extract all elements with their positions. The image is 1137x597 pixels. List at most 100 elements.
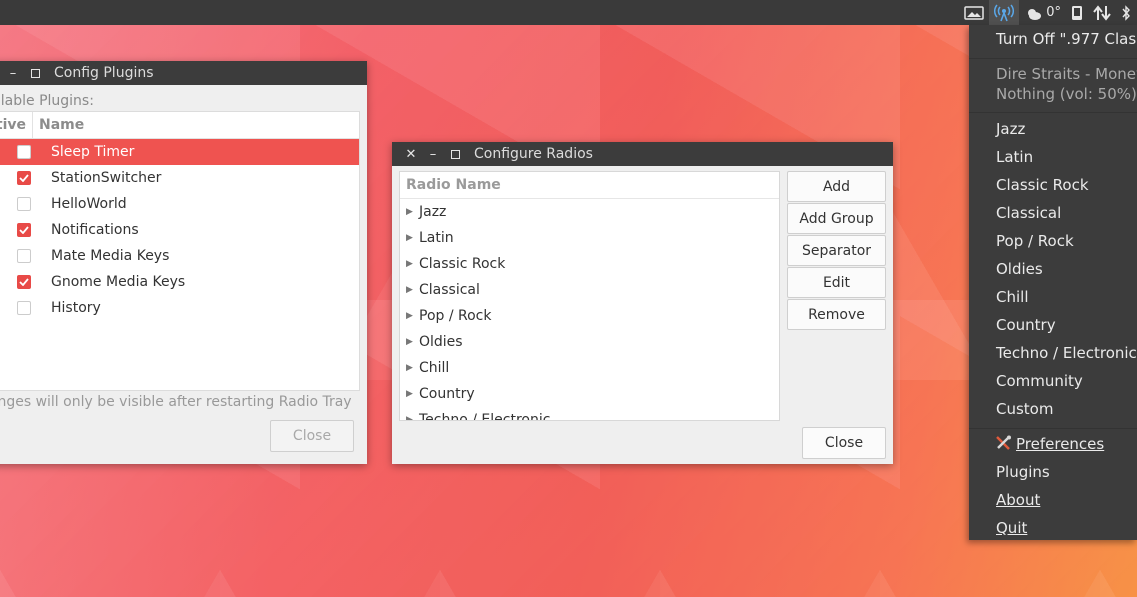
close-button[interactable]: Close <box>802 427 886 459</box>
plugin-row[interactable]: Notifications <box>0 217 359 243</box>
top-panel: 0° <box>0 0 1137 25</box>
plugin-name: Notifications <box>51 222 139 238</box>
network-updown-icon[interactable] <box>1088 0 1116 25</box>
radio-tray-menu: Turn Off ".977 Classi Dire Straits - Mon… <box>969 25 1137 540</box>
expander-arrow-icon[interactable]: ▶ <box>406 207 413 217</box>
plugin-active-checkbox[interactable] <box>17 301 31 315</box>
plugin-row[interactable]: Gnome Media Keys <box>0 269 359 295</box>
restart-note: nanges will only be visible after restar… <box>0 394 352 410</box>
expander-arrow-icon[interactable]: ▶ <box>406 259 413 269</box>
menu-group-item[interactable]: Custom <box>996 400 1053 418</box>
plugin-row[interactable]: HelloWorld <box>0 191 359 217</box>
plugin-active-cell <box>0 145 38 159</box>
add-group-button[interactable]: Add Group <box>787 203 886 234</box>
plugin-name: Sleep Timer <box>51 144 135 160</box>
plugin-active-cell <box>0 301 38 315</box>
minimize-icon: – <box>9 65 17 81</box>
checkmark-icon <box>19 174 29 182</box>
menu-group-item[interactable]: Latin <box>996 148 1033 166</box>
screen-icon[interactable] <box>959 0 989 25</box>
edit-button[interactable]: Edit <box>787 267 886 298</box>
radio-group-name: Techno / Electronic <box>419 412 551 421</box>
plugin-active-cell <box>0 249 38 263</box>
plugin-active-checkbox[interactable] <box>17 223 31 237</box>
expander-arrow-icon[interactable]: ▶ <box>406 233 413 243</box>
menu-group-item[interactable]: Techno / Electronic <box>996 344 1137 362</box>
weather-icon[interactable]: 0° <box>1019 0 1066 25</box>
separator-button[interactable]: Separator <box>787 235 886 266</box>
plugin-active-checkbox[interactable] <box>17 275 31 289</box>
quit-menu-item[interactable]: Quit <box>996 519 1027 537</box>
plugin-active-cell <box>0 171 38 185</box>
close-button[interactable]: Close <box>270 420 354 452</box>
column-header-radio-name[interactable]: Radio Name <box>400 172 779 199</box>
close-window-button[interactable]: ✕ <box>400 142 422 166</box>
plugin-name: StationSwitcher <box>51 170 162 186</box>
menu-group-item[interactable]: Chill <box>996 288 1028 306</box>
turn-off-menu-item[interactable]: Turn Off ".977 Classi <box>996 30 1137 48</box>
menu-separator <box>969 428 1137 429</box>
expander-arrow-icon[interactable]: ▶ <box>406 311 413 321</box>
plugins-list: ctive Name Sleep Timer StationSwitcher Hel… <box>0 111 360 391</box>
system-tray: 0° <box>959 0 1137 25</box>
config-plugins-window: ✕ – Config Plugins vailable Plugins: cti… <box>0 61 367 464</box>
radio-group-name: Oldies <box>419 334 463 350</box>
expander-arrow-icon[interactable]: ▶ <box>406 285 413 295</box>
menu-group-item[interactable]: Classic Rock <box>996 176 1089 194</box>
weather-temperature: 0° <box>1046 5 1061 20</box>
radio-group-row[interactable]: ▶ Chill <box>400 355 779 381</box>
expander-arrow-icon[interactable]: ▶ <box>406 389 413 399</box>
menu-group-item[interactable]: Pop / Rock <box>996 232 1074 250</box>
column-header-name[interactable]: Name <box>33 112 84 138</box>
column-header-active[interactable]: ctive <box>0 112 33 138</box>
plugin-active-checkbox[interactable] <box>17 197 31 211</box>
menu-group-item[interactable]: Jazz <box>996 120 1025 138</box>
plugin-active-cell <box>0 197 38 211</box>
minimize-icon: – <box>429 146 437 162</box>
minimize-window-button[interactable]: – <box>2 61 24 85</box>
radio-group-row[interactable]: ▶ Techno / Electronic <box>400 407 779 421</box>
radio-group-row[interactable]: ▶ Classic Rock <box>400 251 779 277</box>
radio-group-name: Country <box>419 386 475 402</box>
expander-arrow-icon[interactable]: ▶ <box>406 363 413 373</box>
menu-group-item[interactable]: Community <box>996 372 1083 390</box>
minimize-window-button[interactable]: – <box>422 142 444 166</box>
radio-tower-icon[interactable] <box>989 0 1020 25</box>
radio-group-row[interactable]: ▶ Latin <box>400 225 779 251</box>
plugin-active-checkbox[interactable] <box>17 249 31 263</box>
plugin-row[interactable]: Sleep Timer <box>0 139 359 165</box>
plugin-row[interactable]: History <box>0 295 359 321</box>
radio-group-row[interactable]: ▶ Jazz <box>400 199 779 225</box>
radio-group-row[interactable]: ▶ Country <box>400 381 779 407</box>
menu-group-item[interactable]: Classical <box>996 204 1061 222</box>
menu-group-item[interactable]: Oldies <box>996 260 1043 278</box>
plugins-menu-item[interactable]: Plugins <box>996 463 1050 481</box>
plugin-name: HelloWorld <box>51 196 127 212</box>
maximize-icon <box>450 149 460 159</box>
menu-group-item[interactable]: Country <box>996 316 1056 334</box>
radio-group-row[interactable]: ▶ Pop / Rock <box>400 303 779 329</box>
maximize-icon <box>30 68 40 78</box>
bluetooth-icon[interactable] <box>1116 0 1137 25</box>
preferences-tools-icon <box>995 435 1012 455</box>
plugin-active-checkbox[interactable] <box>17 145 31 159</box>
preferences-label: Preferences <box>1016 435 1105 453</box>
phone-icon[interactable] <box>1066 0 1088 25</box>
radio-group-row[interactable]: ▶ Classical <box>400 277 779 303</box>
plugin-row[interactable]: Mate Media Keys <box>0 243 359 269</box>
close-icon: ✕ <box>405 146 417 162</box>
plugin-name: Gnome Media Keys <box>51 274 186 290</box>
plugin-row[interactable]: StationSwitcher <box>0 165 359 191</box>
expander-arrow-icon[interactable]: ▶ <box>406 337 413 347</box>
add-button[interactable]: Add <box>787 171 886 202</box>
about-menu-item[interactable]: About <box>996 491 1040 509</box>
maximize-window-button[interactable] <box>24 61 46 85</box>
expander-arrow-icon[interactable]: ▶ <box>406 415 413 420</box>
maximize-window-button[interactable] <box>444 142 466 166</box>
preferences-menu-item[interactable]: Preferences <box>995 435 1104 455</box>
radio-group-row[interactable]: ▶ Oldies <box>400 329 779 355</box>
remove-button[interactable]: Remove <box>787 299 886 330</box>
radio-group-name: Jazz <box>419 204 447 220</box>
plugin-active-checkbox[interactable] <box>17 171 31 185</box>
plugin-active-cell <box>0 223 38 237</box>
